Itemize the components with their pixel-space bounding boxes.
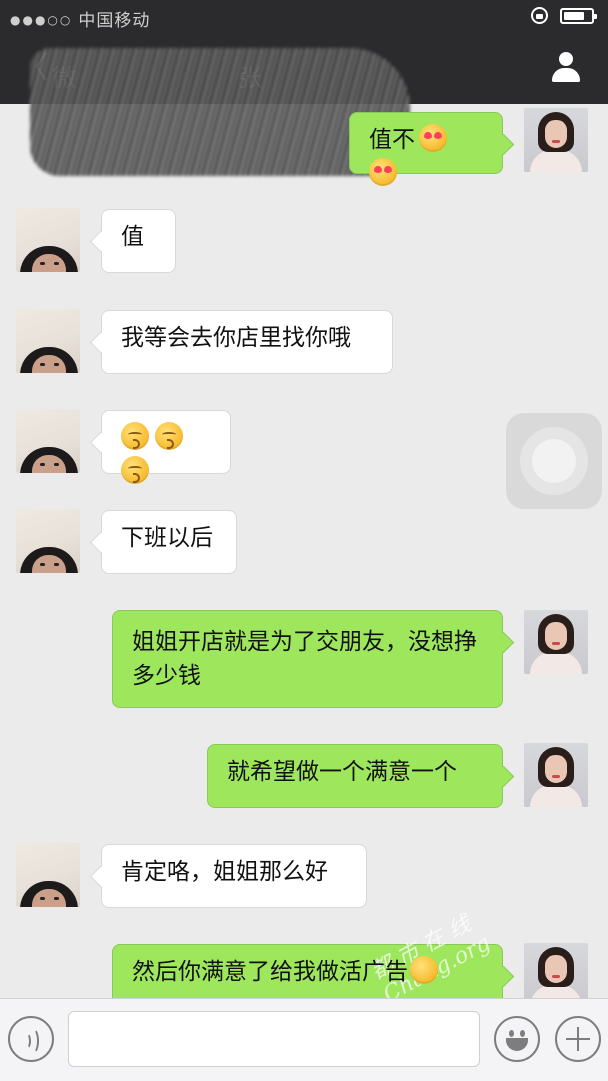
message-bubble-outgoing[interactable]: 值不	[349, 112, 503, 186]
contact-avatar[interactable]	[16, 843, 80, 907]
kissing-face-emoji	[155, 422, 183, 450]
status-bar: ●●●○○ 中国移动	[0, 0, 608, 34]
orientation-lock-icon	[531, 7, 548, 24]
message-bubble-outgoing[interactable]: 就希望做一个满意一个	[207, 744, 503, 808]
message-text: 下班以后	[121, 525, 213, 551]
input-bar	[0, 998, 608, 1081]
kissing-face-emoji	[121, 456, 149, 484]
my-avatar[interactable]	[524, 743, 588, 807]
nav-bar: 〈 微 张	[0, 38, 608, 176]
message-text: 肯定咯，姐姐那么好	[121, 859, 328, 885]
smiling-face-emoji	[410, 956, 438, 984]
contact-profile-icon[interactable]	[550, 52, 582, 84]
message-text: 值不	[369, 127, 415, 153]
smiling-face-heart-eyes-emoji	[369, 158, 397, 186]
top-bar: ●●●○○ 中国移动 〈 微 张	[0, 0, 608, 176]
message-bubble-incoming[interactable]: 肯定咯，姐姐那么好	[101, 844, 367, 908]
message-bubble-incoming[interactable]: 下班以后	[101, 510, 237, 574]
contact-avatar[interactable]	[16, 208, 80, 272]
carrier-text: 中国移动	[78, 11, 151, 31]
battery-fill	[564, 12, 584, 20]
my-avatar[interactable]	[524, 610, 588, 674]
message-bubble-outgoing[interactable]: 姐姐开店就是为了交朋友，没想挣多少钱	[112, 610, 503, 708]
message-bubble-incoming[interactable]: 我等会去你店里找你哦	[101, 310, 393, 374]
message-input[interactable]	[68, 1011, 480, 1067]
message-text: 姐姐开店就是为了交朋友，没想挣多少钱	[132, 629, 477, 689]
smiling-face-heart-eyes-emoji	[419, 124, 447, 152]
message-text: 值	[121, 224, 144, 250]
contact-avatar[interactable]	[16, 509, 80, 573]
kissing-face-emoji	[121, 422, 149, 450]
voice-input-icon[interactable]	[8, 1016, 54, 1062]
plus-attachment-icon[interactable]	[555, 1016, 601, 1062]
battery-icon	[560, 8, 597, 24]
message-text: 就希望做一个满意一个	[227, 759, 457, 785]
my-avatar[interactable]	[524, 108, 588, 172]
message-text: 我等会去你店里找你哦	[121, 325, 351, 351]
contact-avatar[interactable]	[16, 409, 80, 473]
assistive-touch-button[interactable]	[506, 413, 602, 509]
message-bubble-incoming[interactable]: 值	[101, 209, 176, 273]
message-text: 然后你满意了给我做活广告	[132, 959, 408, 985]
message-bubble-incoming[interactable]	[101, 410, 231, 484]
contact-avatar[interactable]	[16, 309, 80, 373]
carrier-label: ●●●○○ 中国移动	[10, 6, 150, 31]
emoji-button-icon[interactable]	[494, 1016, 540, 1062]
signal-dots-icon: ●●●○○	[10, 13, 73, 27]
